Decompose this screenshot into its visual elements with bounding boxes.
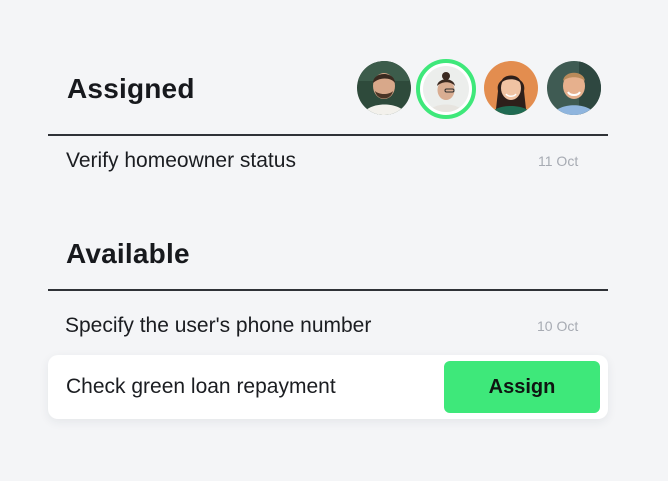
assigned-heading: Assigned xyxy=(67,73,195,104)
task-label: Check green loan repayment xyxy=(66,375,336,398)
task-label: Verify homeowner status xyxy=(66,149,296,172)
avatar-man-beard-icon[interactable] xyxy=(357,61,411,115)
available-divider xyxy=(48,289,608,291)
avatar-woman-icon[interactable] xyxy=(484,61,538,115)
assign-button[interactable]: Assign xyxy=(444,361,600,413)
assigned-divider xyxy=(48,134,608,136)
task-date: 11 Oct xyxy=(538,153,579,169)
task-card-hovered[interactable]: Check green loan repayment Assign xyxy=(48,355,608,419)
task-date: 10 Oct xyxy=(537,318,579,334)
assignee-avatar-group xyxy=(357,59,603,119)
task-label: Specify the user's phone number xyxy=(65,314,372,337)
avatar-man-smiling-icon[interactable] xyxy=(547,61,601,115)
avatar-man-glasses-icon[interactable] xyxy=(416,59,476,119)
available-heading: Available xyxy=(66,238,190,269)
